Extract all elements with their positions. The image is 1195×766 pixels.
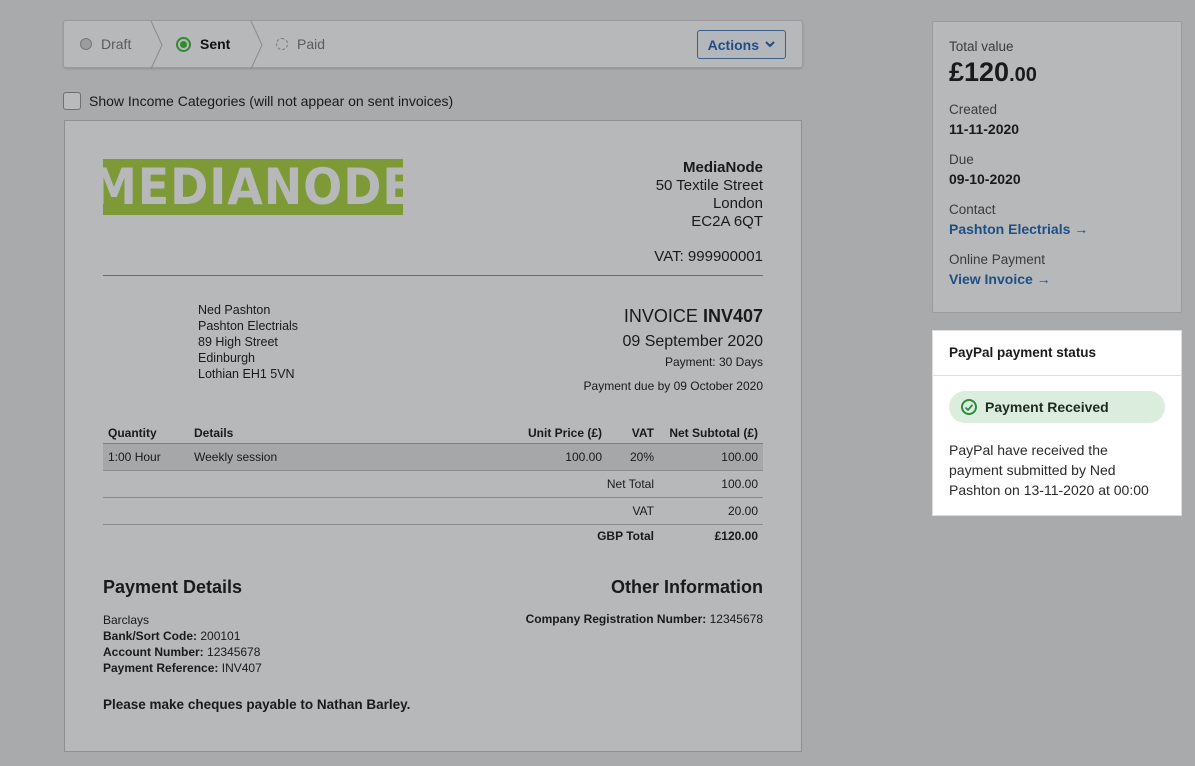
invoice-status-bar: Draft Sent Paid Actions [63, 20, 803, 69]
radio-dashed-icon [276, 38, 288, 50]
column-header: Quantity [103, 423, 189, 444]
status-step-label: Paid [297, 36, 326, 52]
payment-reference-label: Payment Reference: [103, 661, 219, 675]
account-number-value: 12345678 [207, 645, 261, 659]
column-header: Details [189, 423, 492, 444]
chevron-down-icon [765, 41, 775, 48]
table-header-row: Quantity Details Unit Price (£) VAT Net … [103, 423, 763, 444]
due-label: Due [949, 152, 974, 167]
sender-address: MediaNode 50 Textile Street London EC2A … [656, 159, 763, 231]
online-payment-label: Online Payment [949, 252, 1046, 267]
step-divider-icon [150, 21, 163, 69]
company-registration-value: 12345678 [709, 612, 763, 626]
total-value-main: £120 [949, 57, 1010, 87]
cell-subtotal: 100.00 [659, 443, 763, 471]
created-value: 11-11-2020 [949, 121, 1020, 137]
contact-label: Contact [949, 202, 996, 217]
invoice-number: INV407 [702, 306, 763, 326]
invoice-date: 09 September 2020 [622, 333, 763, 350]
grand-total-value: £120.00 [714, 528, 758, 543]
checkbox-label: Show Income Categories (will not appear … [89, 93, 454, 109]
total-value: £120.00 [949, 57, 1165, 88]
sender-street: 50 Textile Street [655, 177, 763, 194]
created-label: Created [949, 102, 998, 117]
view-invoice-link[interactable]: View Invoice → [949, 271, 1165, 287]
sender-city: London [712, 195, 763, 212]
checkbox[interactable] [63, 92, 81, 110]
sort-code-label: Bank/Sort Code: [103, 629, 198, 643]
total-value-label: Total value [949, 39, 1014, 54]
bank-name: Barclays [103, 613, 150, 627]
invoice-title-prefix: INVOICE [623, 306, 698, 326]
grand-total-row: GBP Total £120.00 [103, 525, 763, 547]
invoice-preview: MEDIANODE MediaNode 50 Textile Street Lo… [64, 120, 802, 752]
payment-details: Barclays Bank/Sort Code: 200101 Account … [103, 612, 262, 676]
invoice-summary-panel: Total value £120.00 Created 11-11-2020 D… [932, 21, 1182, 313]
sender-name: MediaNode [682, 159, 763, 176]
cell-quantity: 1:00 Hour [103, 443, 189, 471]
vat-number: VAT: 999900001 [654, 248, 763, 265]
recipient-name: Ned Pashton [198, 303, 271, 317]
vat-total-label: VAT [492, 497, 659, 525]
actions-dropdown-button[interactable]: Actions [696, 30, 786, 59]
recipient-address: Ned Pashton Pashton Electrials 89 High S… [198, 302, 298, 382]
recipient-company: Pashton Electrials [198, 319, 299, 333]
status-step-paid[interactable]: Paid [276, 21, 325, 67]
net-total-label: Net Total [492, 470, 659, 498]
vat-total-value: 20.00 [659, 497, 763, 525]
net-total-value: 100.00 [659, 470, 763, 498]
due-value: 09-10-2020 [949, 171, 1021, 187]
company-logo: MEDIANODE [91, 158, 414, 216]
payment-details-heading: Payment Details [103, 577, 243, 597]
other-information-heading: Other Information [611, 577, 763, 597]
status-step-label: Draft [101, 36, 132, 52]
paypal-status-panel: PayPal payment status Payment Received P… [932, 330, 1182, 516]
recipient-region: Lothian EH1 5VN [198, 367, 295, 381]
sender-postcode: EC2A 6QT [691, 213, 763, 230]
sort-code-line: Bank/Sort Code: 200101 [103, 628, 262, 644]
status-step-draft[interactable]: Draft [80, 21, 131, 67]
table-row: 1:00 Hour Weekly session 100.00 20% 100.… [103, 443, 763, 471]
cell-details: Weekly session [189, 443, 492, 471]
badge-label: Payment Received [985, 399, 1109, 415]
divider [103, 275, 763, 276]
actions-label: Actions [707, 36, 759, 53]
paypal-status-text: PayPal have received the payment submitt… [949, 442, 1149, 498]
column-header: Unit Price (£) [492, 423, 607, 444]
sort-code-value: 200101 [200, 629, 241, 643]
line-items-table: Quantity Details Unit Price (£) VAT Net … [103, 423, 763, 547]
payment-due: Payment due by 09 October 2020 [583, 379, 763, 393]
grand-total-label: GBP Total [597, 528, 654, 543]
step-divider-icon [250, 21, 263, 69]
radio-checked-icon [176, 36, 191, 52]
net-total-row: Net Total 100.00 [103, 470, 763, 498]
column-header: Net Subtotal (£) [659, 423, 763, 444]
vat-total-row: VAT 20.00 [103, 497, 763, 525]
cell-unit-price: 100.00 [492, 443, 607, 471]
payment-received-badge: Payment Received [949, 391, 1165, 423]
company-registration-line: Company Registration Number: 12345678 [526, 612, 763, 626]
total-value-pence: .00 [1009, 64, 1037, 86]
status-step-sent[interactable]: Sent [176, 21, 230, 67]
invoice-title: INVOICE INV407 [624, 306, 763, 327]
radio-icon [80, 38, 92, 50]
account-number-line: Account Number: 12345678 [103, 644, 262, 660]
status-step-label: Sent [200, 36, 231, 52]
company-registration-label: Company Registration Number: [525, 612, 707, 626]
paypal-status-heading: PayPal payment status [933, 331, 1181, 376]
contact-link[interactable]: Pashton Electrials → [949, 221, 1165, 237]
account-number-label: Account Number: [103, 645, 204, 659]
payment-reference-value: INV407 [221, 661, 262, 675]
show-income-categories-toggle[interactable]: Show Income Categories (will not appear … [63, 92, 453, 110]
column-header: VAT [607, 423, 659, 444]
cheques-note: Please make cheques payable to Nathan Ba… [103, 697, 411, 712]
recipient-city: Edinburgh [198, 351, 255, 365]
cell-vat: 20% [607, 443, 659, 471]
payment-reference-line: Payment Reference: INV407 [103, 660, 262, 676]
payment-terms: Payment: 30 Days [664, 355, 763, 369]
logo-text: MEDIANODE [91, 158, 415, 216]
recipient-street: 89 High Street [198, 335, 278, 349]
check-circle-icon [961, 399, 977, 415]
